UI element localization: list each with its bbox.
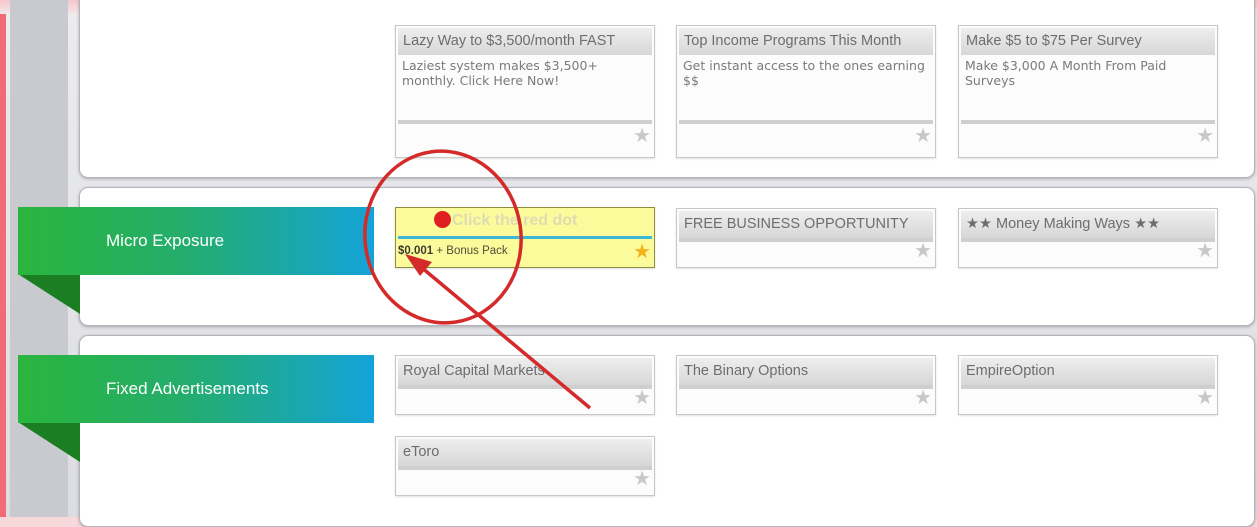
annotation-overlay <box>363 149 592 410</box>
annotation-circle <box>363 149 523 325</box>
annotation-arrow-shaft <box>413 260 592 410</box>
